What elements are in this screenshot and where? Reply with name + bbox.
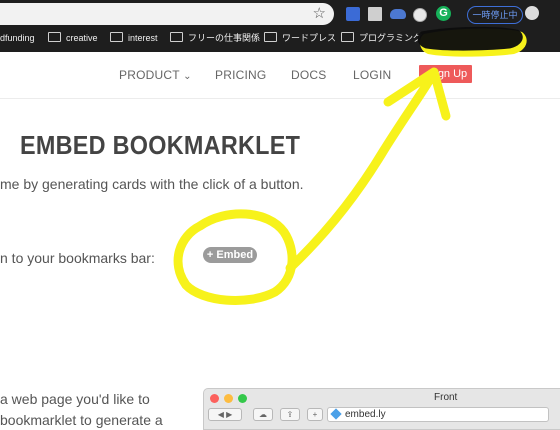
- highlight-circle: [173, 209, 297, 305]
- highlighter-annotations: [173, 26, 527, 305]
- highlight-arrow: [285, 71, 437, 273]
- highlight-blob-outline: [417, 26, 523, 51]
